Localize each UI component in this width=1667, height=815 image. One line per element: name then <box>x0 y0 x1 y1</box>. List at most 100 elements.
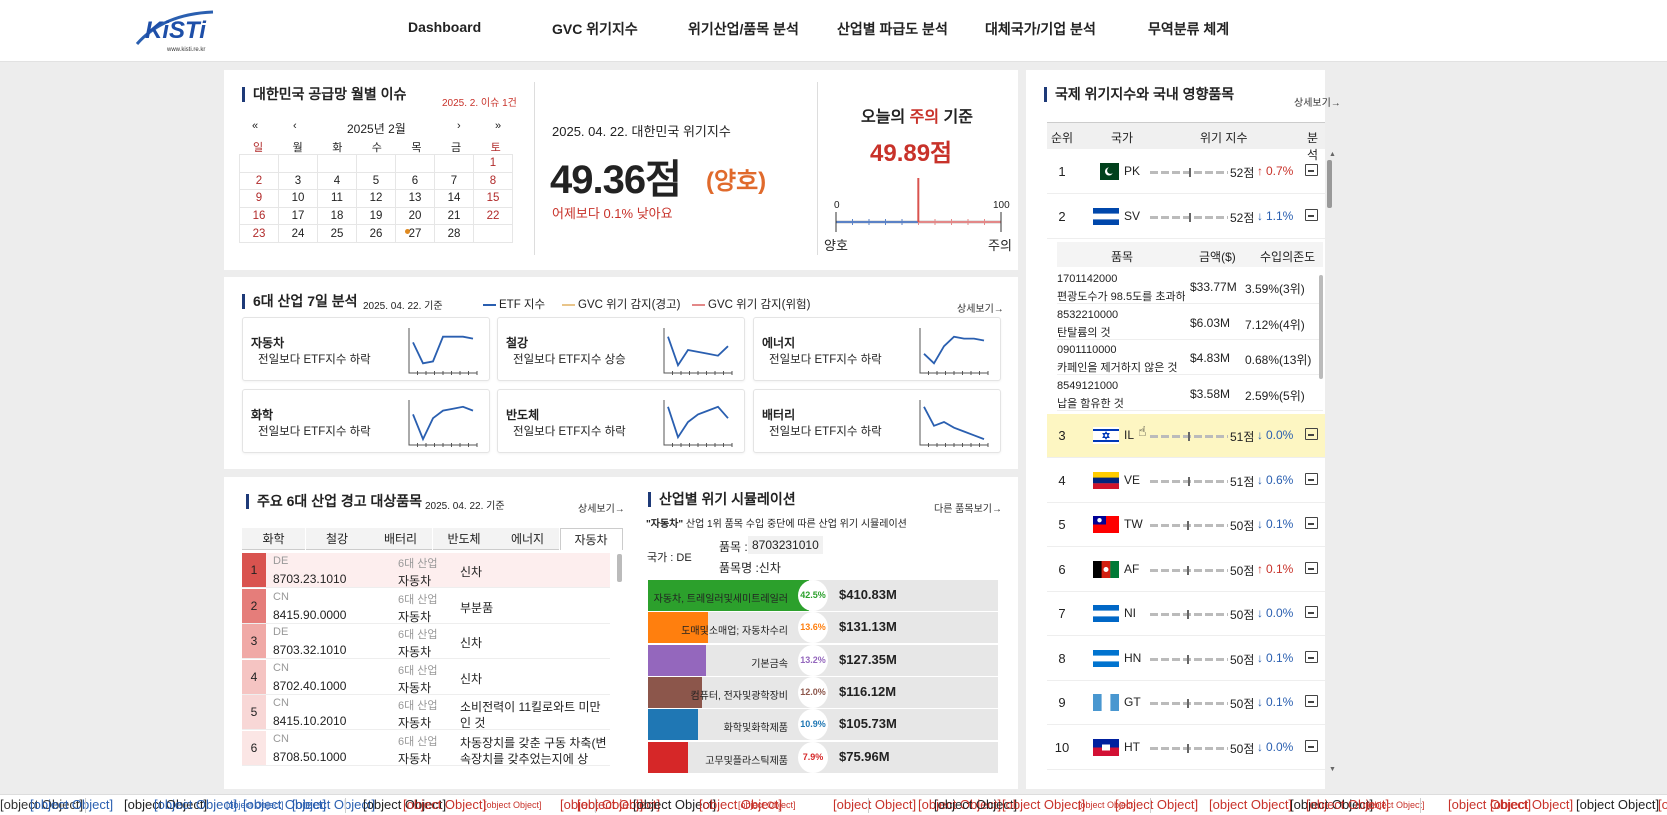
nav-trade-classification[interactable]: 무역분류 체계 <box>1148 19 1229 39</box>
warnings-more-link[interactable]: 상세보기→ <box>578 500 625 515</box>
calendar-day[interactable]: 12 <box>356 189 396 208</box>
warning-row[interactable]: 3 DE 8703.32.1010 6대 산업 자동차 신차 <box>242 624 610 659</box>
issue-badge[interactable]: 2025. 2. 이슈 1건 <box>442 94 517 109</box>
country-row[interactable]: 5 TW 50점 ↓ 0.1% <box>1047 503 1325 547</box>
calendar-day[interactable]: 6 <box>395 171 435 191</box>
tab-industry[interactable]: 화학 <box>242 528 305 550</box>
analysis-monitor-icon[interactable] <box>1305 606 1318 618</box>
calendar-day[interactable]: 4 <box>317 171 357 191</box>
calendar-day[interactable]: 17 <box>278 206 318 226</box>
warning-row[interactable]: 2 CN 8415.90.0000 6대 산업 자동차 부분품 <box>242 588 610 624</box>
simulation-bar[interactable]: 자동차, 트레일러및세미트레일러 42.5% $410.83M <box>648 580 998 611</box>
country-row[interactable]: 10 HT 50점 ↓ 0.0% <box>1047 726 1325 770</box>
nav-industry-ripple[interactable]: 산업별 파급도 분석 <box>837 19 948 39</box>
country-row[interactable]: 3 IL 51점 ↓ 0.0% <box>1047 414 1325 458</box>
calendar-day[interactable]: 24 <box>278 224 318 243</box>
industry-card[interactable]: 자동차 전일보다 ETF지수 하락 <box>242 317 490 381</box>
product-row[interactable]: 1701142000 편광도수가 98.5도를 초과하… $33.77M 3.59%(… <box>1057 269 1323 304</box>
simulation-bar[interactable]: 기본금속 13.2% $127.35M <box>648 644 998 676</box>
calendar-day[interactable]: 9 <box>239 189 279 208</box>
calendar-day[interactable]: 14 <box>434 189 474 208</box>
country-row[interactable]: 8 HN 50점 ↓ 0.1% <box>1047 637 1325 681</box>
calendar-day[interactable]: 8 <box>473 171 513 191</box>
country-row[interactable]: 4 VE 51점 ↓ 0.6% <box>1047 459 1325 503</box>
industry-card[interactable]: 화학 전일보다 ETF지수 하락 <box>242 389 490 453</box>
calendar-day[interactable]: 18 <box>317 206 357 226</box>
weekday-label: 금 <box>451 142 462 154</box>
calendar-next-month[interactable]: › <box>457 120 461 132</box>
nav-dashboard[interactable]: Dashboard <box>408 19 481 35</box>
analysis-monitor-icon[interactable] <box>1305 428 1318 440</box>
calendar-day[interactable]: 19 <box>356 206 396 226</box>
calendar-day[interactable]: 28 <box>434 224 474 243</box>
warning-row[interactable]: 6 CN 8708.50.1000 6대 산업 자동차 차동장치를 갖춘 구동 차축(변속… <box>242 730 610 766</box>
simulation-bar[interactable]: 고무및플라스틱제품 7.9% $75.96M <box>648 741 998 773</box>
calendar-day[interactable]: 16 <box>239 206 279 226</box>
country-row[interactable]: 9 GT 50점 ↓ 0.1% <box>1047 681 1325 725</box>
warning-list-scrollbar[interactable] <box>617 554 622 582</box>
product-row[interactable]: 0901110000 카페인을 제거하지 않은 것 $4.83M 0.68%(13위) <box>1057 340 1323 375</box>
calendar-day <box>395 154 435 173</box>
industry-card[interactable]: 에너지 전일보다 ETF지수 하락 <box>753 317 1001 381</box>
calendar-day[interactable]: 2 <box>239 171 279 191</box>
industries-more-link[interactable]: 상세보기→ <box>957 300 1004 315</box>
warning-row[interactable]: 1 DE 8703.23.1010 6대 산업 자동차 신차 <box>242 553 610 588</box>
tab-industry[interactable]: 자동차 <box>559 528 623 550</box>
scroll-down-icon[interactable]: ▼ <box>1329 766 1336 773</box>
analysis-monitor-icon[interactable] <box>1305 740 1318 752</box>
analysis-monitor-icon[interactable] <box>1305 562 1318 574</box>
calendar-day[interactable]: 27 <box>395 224 435 243</box>
nav-gvc-index[interactable]: GVC 위기지수 <box>552 19 638 39</box>
tab-industry[interactable]: 철강 <box>305 528 369 550</box>
simulation-bar[interactable]: 컴퓨터, 전자및광학장비 12.0% $116.12M <box>648 676 998 708</box>
calendar-day[interactable]: 1 <box>473 154 513 173</box>
analysis-monitor-icon[interactable] <box>1305 517 1318 529</box>
analysis-monitor-icon[interactable] <box>1305 651 1318 663</box>
product-row[interactable]: 8549121000 납을 함유한 것 $3.58M 2.59%(5위) <box>1057 376 1323 411</box>
kisti-logo[interactable]: KiSTi www.kisti.re.kr <box>133 6 229 54</box>
product-scrollbar[interactable] <box>1319 275 1323 379</box>
calendar-day[interactable]: 25 <box>317 224 357 243</box>
simulation-bar[interactable]: 도매및소매업; 자동차수리 13.6% $131.13M <box>648 612 998 644</box>
country-row[interactable]: 7 NI 50점 ↓ 0.0% <box>1047 592 1325 636</box>
calendar-day[interactable]: 15 <box>473 189 513 208</box>
intl-scrollbar[interactable] <box>1327 160 1332 208</box>
analysis-monitor-icon[interactable] <box>1305 164 1318 176</box>
calendar-day[interactable]: 20 <box>395 206 435 226</box>
intl-more-link[interactable]: 상세보기→ <box>1294 94 1341 109</box>
calendar-day[interactable]: 5 <box>356 171 396 191</box>
country-row[interactable]: 1 PK 52점 ↑ 0.7% <box>1047 150 1325 194</box>
warning-row[interactable]: 4 CN 8702.40.1000 6대 산업 자동차 신차 <box>242 659 610 695</box>
tab-industry[interactable]: 배터리 <box>369 528 432 550</box>
warning-row[interactable]: 5 CN 8415.10.2010 6대 산업 자동차 소비전력이 11킬로와트 미만인 … <box>242 695 610 730</box>
country-row[interactable]: 2 SV 52점 ↓ 1.1% <box>1047 195 1325 239</box>
calendar-day[interactable]: 21 <box>434 206 474 226</box>
calendar-day[interactable]: 11 <box>317 189 357 208</box>
analysis-monitor-icon[interactable] <box>1305 695 1318 707</box>
nav-alternative[interactable]: 대체국가/기업 분석 <box>985 19 1096 39</box>
simulation-bar[interactable]: 화학및화학제품 10.9% $105.73M <box>648 709 998 741</box>
calendar-day[interactable]: 22 <box>473 206 513 226</box>
calendar-day[interactable]: 13 <box>395 189 435 208</box>
calendar-prev-month[interactable]: ‹ <box>293 120 297 132</box>
industry-card[interactable]: 배터리 전일보다 ETF지수 하락 <box>753 389 1001 453</box>
scroll-up-icon[interactable]: ▲ <box>1329 151 1336 158</box>
calendar-day[interactable]: 10 <box>278 189 318 208</box>
simulation-more-link[interactable]: 다른 품목보기→ <box>934 500 1002 515</box>
calendar-day[interactable]: 3 <box>278 171 318 191</box>
calendar-day[interactable]: 23 <box>239 224 279 243</box>
tab-industry[interactable]: 반도체 <box>432 528 496 550</box>
product-row[interactable]: 8532210000 탄탈륨의 것 $6.03M 7.12%(4위) <box>1057 305 1323 340</box>
analysis-monitor-icon[interactable] <box>1305 473 1318 485</box>
calendar-prev-year[interactable]: « <box>252 120 258 132</box>
country-row[interactable]: 6 AF 50점 ↑ 0.1% <box>1047 548 1325 592</box>
industry-card[interactable]: 반도체 전일보다 ETF지수 하락 <box>497 389 745 453</box>
tab-industry[interactable]: 에너지 <box>496 528 559 550</box>
industry-card[interactable]: 철강 전일보다 ETF지수 상승 <box>497 317 745 381</box>
nav-crisis-industry[interactable]: 위기산업/품목 분석 <box>688 19 799 39</box>
calendar-day[interactable]: 7 <box>434 171 474 191</box>
country-code: NI <box>1124 606 1136 620</box>
calendar-next-year[interactable]: » <box>495 120 501 132</box>
analysis-monitor-icon[interactable] <box>1305 209 1318 221</box>
calendar-day[interactable]: 26 <box>356 224 396 243</box>
